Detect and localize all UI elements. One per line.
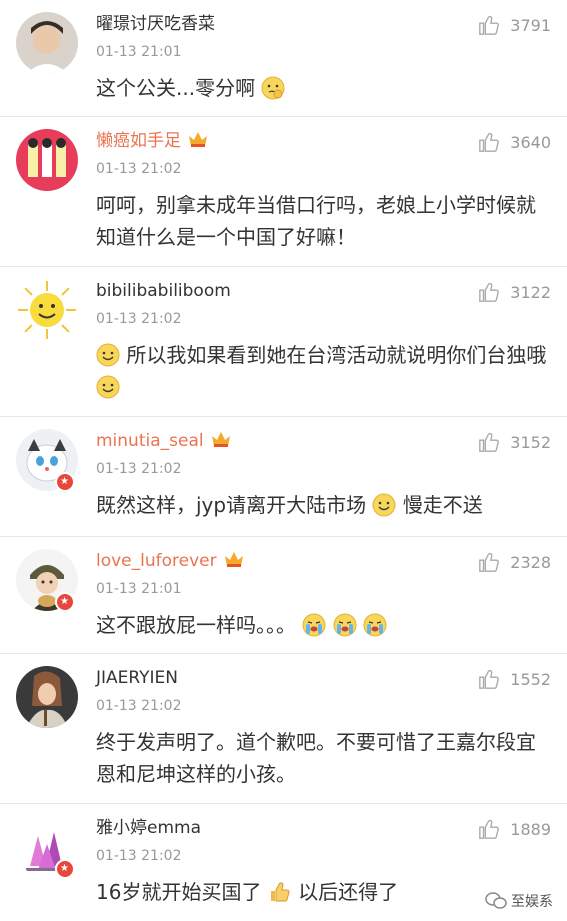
timestamp: 01-13 21:01 <box>96 581 182 597</box>
timestamp: 01-13 21:02 <box>96 161 182 177</box>
username[interactable]: love_luforever <box>96 549 245 573</box>
like-count: 1889 <box>510 819 551 839</box>
vip-crown-icon <box>224 552 243 567</box>
like-count: 3122 <box>510 282 551 302</box>
vip-crown-icon <box>211 432 230 447</box>
username[interactable]: 懒癌如手足 <box>96 129 209 153</box>
wechat-icon <box>485 892 507 909</box>
like-button[interactable]: 3122 <box>478 281 551 303</box>
thumbs-up-emoji-icon <box>270 882 290 902</box>
thumbs-up-icon <box>479 432 500 452</box>
watermark-label: 至娱系 <box>511 894 553 910</box>
comment-item: 懒癌如手足 01-13 21:02 3640 呵呵，别拿未成年当借口行吗，老娘上… <box>0 117 567 267</box>
smile-emoji-icon <box>372 493 396 517</box>
smile-emoji-icon <box>96 375 120 399</box>
comment-text: 这个公关...零分啊 <box>96 72 549 104</box>
verified-badge-icon <box>55 592 75 612</box>
smile-emoji-icon <box>96 343 120 367</box>
comment-text: 既然这样，jyp请离开大陆市场 慢走不送 <box>96 493 483 517</box>
username[interactable]: bibilibabiliboom <box>96 279 231 303</box>
timestamp: 01-13 21:02 <box>96 848 182 864</box>
verified-badge-icon <box>55 472 75 492</box>
watermark: 至娱系 <box>485 891 553 911</box>
like-count: 2328 <box>510 552 551 572</box>
thumbs-up-icon <box>479 15 500 35</box>
like-button[interactable]: 3640 <box>478 131 551 153</box>
avatar[interactable] <box>16 666 78 728</box>
comment-text: 所以我如果看到她在台湾活动就说明你们台独哦 <box>96 339 549 403</box>
verified-badge-icon <box>55 859 75 879</box>
like-count: 1552 <box>510 669 551 689</box>
vip-crown-icon <box>189 132 207 147</box>
timestamp: 01-13 21:02 <box>96 311 182 327</box>
comment-item: 雅小婷emma 01-13 21:02 1889 16岁就开始买国了 以后还得了 <box>0 804 567 921</box>
thumbs-up-icon <box>479 552 500 572</box>
comment-list: 曜璟讨厌吃香菜 01-13 21:01 3791 这个公关...零分啊 懒癌如手… <box>0 0 567 921</box>
username[interactable]: 曜璟讨厌吃香菜 <box>96 12 215 36</box>
crying-emoji-icon <box>333 613 357 637</box>
comment-text: 呵呵，别拿未成年当借口行吗，老娘上小学时候就知道什么是一个中国了好嘛！ <box>96 193 536 249</box>
comment-text: 终于发声明了。道个歉吧。不要可惜了王嘉尔段宜恩和尼坤这样的小孩。 <box>96 730 536 786</box>
thinking-emoji-icon <box>261 76 285 100</box>
comment-item: love_luforever 01-13 21:01 2328 这不跟放屁一样吗… <box>0 537 567 654</box>
crying-emoji-icon <box>302 613 326 637</box>
comment-item: bibilibabiliboom 01-13 21:02 3122 所以我如果看… <box>0 267 567 417</box>
avatar[interactable] <box>16 12 78 74</box>
avatar[interactable] <box>16 279 78 341</box>
avatar[interactable] <box>16 129 78 191</box>
comment-item: 曜璟讨厌吃香菜 01-13 21:01 3791 这个公关...零分啊 <box>0 0 567 117</box>
timestamp: 01-13 21:01 <box>96 44 182 60</box>
crying-emoji-icon <box>363 613 387 637</box>
like-button[interactable]: 3152 <box>478 431 551 453</box>
thumbs-up-icon <box>479 132 500 152</box>
comment-text: 16岁就开始买国了 以后还得了 <box>96 880 399 904</box>
timestamp: 01-13 21:02 <box>96 698 182 714</box>
username[interactable]: JIAERYIEN <box>96 666 178 690</box>
like-count: 3152 <box>510 432 551 452</box>
comment-item: JIAERYIEN 01-13 21:02 1552 终于发声明了。道个歉吧。不… <box>0 654 567 804</box>
comment-text: 这不跟放屁一样吗。。。 <box>96 609 549 641</box>
timestamp: 01-13 21:02 <box>96 461 182 477</box>
like-button[interactable]: 1889 <box>478 818 551 840</box>
username[interactable]: 雅小婷emma <box>96 816 201 840</box>
like-count: 3640 <box>510 132 551 152</box>
comment-item: minutia_seal 01-13 21:02 3152 既然这样，jyp请离… <box>0 417 567 537</box>
username[interactable]: minutia_seal <box>96 429 232 453</box>
like-button[interactable]: 2328 <box>478 551 551 573</box>
like-button[interactable]: 3791 <box>478 14 551 36</box>
thumbs-up-icon <box>479 669 500 689</box>
like-button[interactable]: 1552 <box>478 668 551 690</box>
thumbs-up-icon <box>479 282 500 302</box>
like-count: 3791 <box>510 15 551 35</box>
thumbs-up-icon <box>479 819 500 839</box>
